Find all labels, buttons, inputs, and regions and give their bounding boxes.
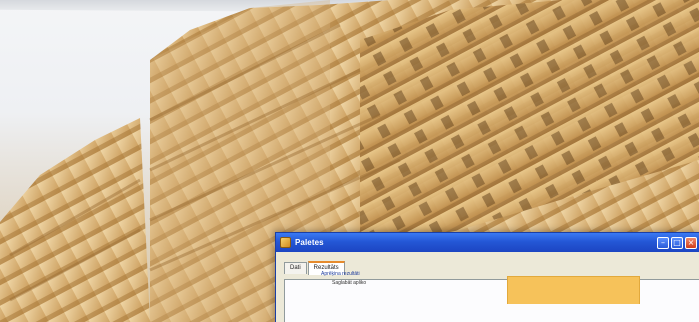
close-icon[interactable]: × [685, 236, 697, 249]
results-group-title: Aprēķina rezultāti [321, 271, 360, 277]
window-titlebar[interactable]: Paletes – □ × [276, 233, 699, 252]
minimize-icon[interactable]: – [657, 236, 669, 249]
app-window: Paletes – □ × Dati Rezultāts Aprēķina re… [275, 232, 699, 322]
tab-dati[interactable]: Dati [284, 262, 307, 274]
maximize-icon[interactable]: □ [671, 236, 683, 249]
app-icon [280, 237, 291, 248]
window-controls: – □ × [657, 236, 699, 249]
result-field-label: Saglabāt apliko [332, 280, 367, 286]
result-preview-box [507, 276, 640, 304]
window-title: Paletes [295, 238, 324, 247]
left-stack [0, 118, 150, 322]
